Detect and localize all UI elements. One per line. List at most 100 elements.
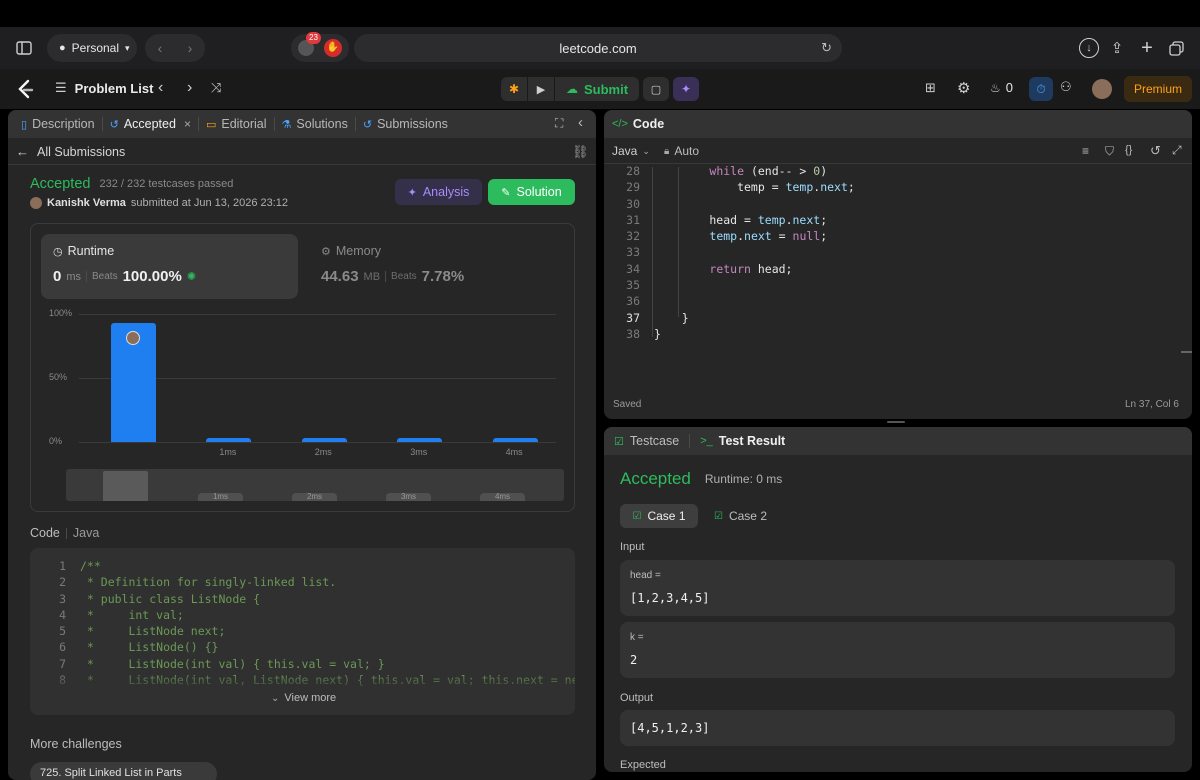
tab-overview-icon[interactable] — [1162, 34, 1190, 62]
minimap-tick: 1ms — [198, 493, 243, 501]
chart-bar-1ms[interactable] — [206, 438, 252, 442]
premium-button[interactable]: Premium — [1124, 76, 1192, 102]
case-1-button[interactable]: ☑ Case 1 — [620, 504, 698, 528]
tab-testcase[interactable]: Testcase — [630, 434, 679, 448]
close-tab-icon[interactable]: × — [184, 117, 191, 131]
next-problem-icon[interactable]: › — [187, 79, 192, 97]
chart-range-selector[interactable]: 1ms 2ms 3ms 4ms — [66, 469, 564, 501]
left-tab-bar: ▯ Description ↺ Accepted × ▭ Editorial ⚗… — [8, 110, 596, 138]
tab-accepted[interactable]: ↺ Accepted × — [103, 117, 198, 131]
streak-count: 0 — [1005, 80, 1013, 95]
language-label: Java — [612, 144, 638, 158]
sidebar-toggle-icon[interactable] — [10, 34, 38, 62]
view-more-button[interactable]: ⌄ View more — [271, 692, 336, 704]
user-position-avatar — [126, 330, 140, 345]
address-bar[interactable]: leetcode.com ↻ — [354, 34, 842, 62]
code-token: next — [792, 212, 821, 227]
tab-divider — [689, 434, 691, 448]
code-token: ) — [820, 164, 828, 178]
problem-list-link[interactable]: ☰ Problem List — [55, 80, 153, 96]
tab-solutions[interactable]: ⚗ Solutions — [275, 117, 355, 131]
editor-header: </> Code — [604, 110, 1192, 138]
submitter-info: Kanishk Verma submitted at Jun 13, 2026 … — [30, 197, 288, 209]
chart-bar-2ms[interactable] — [301, 438, 347, 442]
profile-switcher[interactable]: ● Personal ▾ — [47, 34, 137, 62]
chart-bar-0ms[interactable] — [111, 322, 156, 442]
case-1-label: Case 1 — [647, 509, 686, 523]
line-number: 1 — [59, 559, 66, 573]
shuffle-icon[interactable]: ⤨ — [211, 80, 221, 96]
adblock-extension-icon[interactable]: ✋ — [324, 39, 342, 57]
tab-test-result[interactable]: Test Result — [719, 434, 785, 448]
editor-line: 36 — [612, 293, 855, 309]
minimap-selected-bar[interactable] — [103, 471, 148, 501]
tab-editorial[interactable]: ▭ Editorial — [199, 117, 274, 131]
runtime-card[interactable]: ◷ Runtime 0 ms Beats 100.00% ✺ — [41, 234, 298, 299]
code-line: 6 * ListNode() {} — [38, 639, 575, 655]
back-icon[interactable]: ‹ — [158, 40, 163, 56]
tab-solutions-label: Solutions — [296, 117, 348, 131]
code-token: = — [771, 229, 793, 244]
chip-icon: ⚙ — [321, 245, 331, 258]
all-submissions-link[interactable]: ← All Submissions — [16, 144, 125, 159]
timer-button[interactable]: ⏱ — [1029, 77, 1053, 101]
autocomplete-mode[interactable]: 🔒︎ Auto — [664, 144, 699, 158]
runtime-unit: ms — [66, 270, 82, 283]
streak-counter[interactable]: ♨ 0 — [990, 80, 1013, 95]
chart-bar-3ms[interactable] — [397, 438, 443, 442]
bookmark-icon[interactable]: ⛉ — [1105, 144, 1114, 159]
status-accepted: Accepted — [30, 176, 91, 192]
run-button[interactable]: ▶ — [528, 77, 554, 101]
tab-description[interactable]: ▯ Description — [14, 117, 102, 131]
debug-button[interactable]: ✱ — [501, 77, 527, 101]
notes-button[interactable]: ▢ — [643, 77, 669, 101]
prev-problem-icon[interactable]: ‹ — [158, 79, 163, 97]
memory-card[interactable]: ⚙ Memory 44.63 MB Beats 7.78% — [311, 234, 568, 299]
language-selector[interactable]: Java ⌄ — [612, 144, 650, 158]
format-icon[interactable]: ≡ — [1082, 144, 1089, 158]
code-token: temp — [709, 229, 738, 244]
all-submissions-label: All Submissions — [37, 144, 126, 159]
leetcode-logo-icon[interactable] — [16, 79, 34, 102]
new-tab-icon[interactable]: + — [1133, 34, 1161, 62]
submit-button[interactable]: ☁ Submit — [555, 77, 639, 101]
submitter-name[interactable]: Kanishk Verma — [47, 197, 126, 209]
tab-submissions-label: Submissions — [377, 117, 448, 131]
runtime-beats-label: Beats — [92, 271, 118, 282]
resize-handle[interactable] — [887, 421, 905, 423]
collapse-panel-icon[interactable]: ‹ — [578, 114, 583, 131]
challenge-chip[interactable]: 725. Split Linked List in Parts — [30, 762, 217, 780]
forward-icon[interactable]: › — [188, 40, 193, 56]
chart-bar-4ms[interactable] — [492, 438, 538, 442]
line-number: 32 — [626, 229, 640, 244]
layout-grid-icon[interactable]: ⊞ — [925, 80, 936, 96]
add-friend-icon[interactable]: ⚇ — [1060, 79, 1072, 95]
code-token: temp — [785, 180, 814, 195]
braces-icon[interactable]: {} — [1125, 144, 1132, 156]
settings-gear-icon[interactable]: ⚙ — [957, 79, 970, 97]
tab-submissions[interactable]: ↺ Submissions — [356, 117, 455, 131]
reload-icon[interactable]: ↻ — [821, 40, 832, 56]
case-2-button[interactable]: ☑ Case 2 — [714, 504, 767, 528]
fullscreen-icon[interactable]: ⤢ — [1172, 143, 1182, 158]
input-head-box: head = [1,2,3,4,5] — [620, 560, 1175, 616]
share-link-icon[interactable]: ⛓ — [572, 144, 589, 160]
user-avatar[interactable] — [1092, 79, 1112, 99]
maximize-icon[interactable]: ⛶ — [555, 116, 563, 131]
solution-button[interactable]: ✎ Solution — [488, 179, 575, 205]
editor-code-area[interactable]: 28 while (end-- > 0) 29 temp = temp.next;… — [604, 163, 1192, 393]
line-text: /** — [80, 559, 101, 573]
download-icon[interactable]: ↓ — [1079, 38, 1099, 58]
analysis-button[interactable]: ✦ Analysis — [395, 179, 482, 205]
ai-assist-button[interactable]: ✦ — [673, 77, 699, 101]
challenge-title: 725. Split Linked List in Parts — [40, 767, 182, 779]
k-value: 2 — [630, 653, 638, 667]
chart-x-tick: 1ms — [219, 447, 237, 457]
share-icon[interactable]: ⇪ — [1103, 34, 1131, 62]
reset-icon[interactable]: ↺ — [1150, 143, 1161, 159]
result-summary: Accepted Runtime: 0 ms — [620, 469, 782, 489]
chart-y-tick: 50% — [49, 372, 68, 382]
line-text: * int val; — [80, 607, 184, 622]
divider — [65, 527, 67, 539]
head-value: [1,2,3,4,5] — [630, 591, 710, 605]
